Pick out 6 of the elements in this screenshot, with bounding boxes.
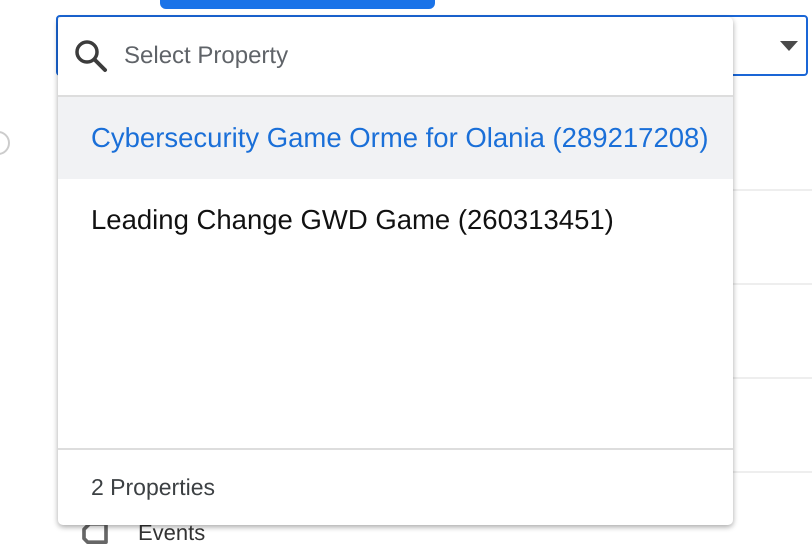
tag-icon [82, 522, 108, 544]
property-count: 2 Properties [91, 474, 216, 501]
property-option[interactable]: Cybersecurity Game Orme for Olania (289217208) [58, 97, 733, 179]
search-icon [74, 39, 108, 73]
property-option[interactable]: Leading Change GWD Game (260313451) [58, 179, 733, 261]
caret-icon [780, 41, 798, 51]
